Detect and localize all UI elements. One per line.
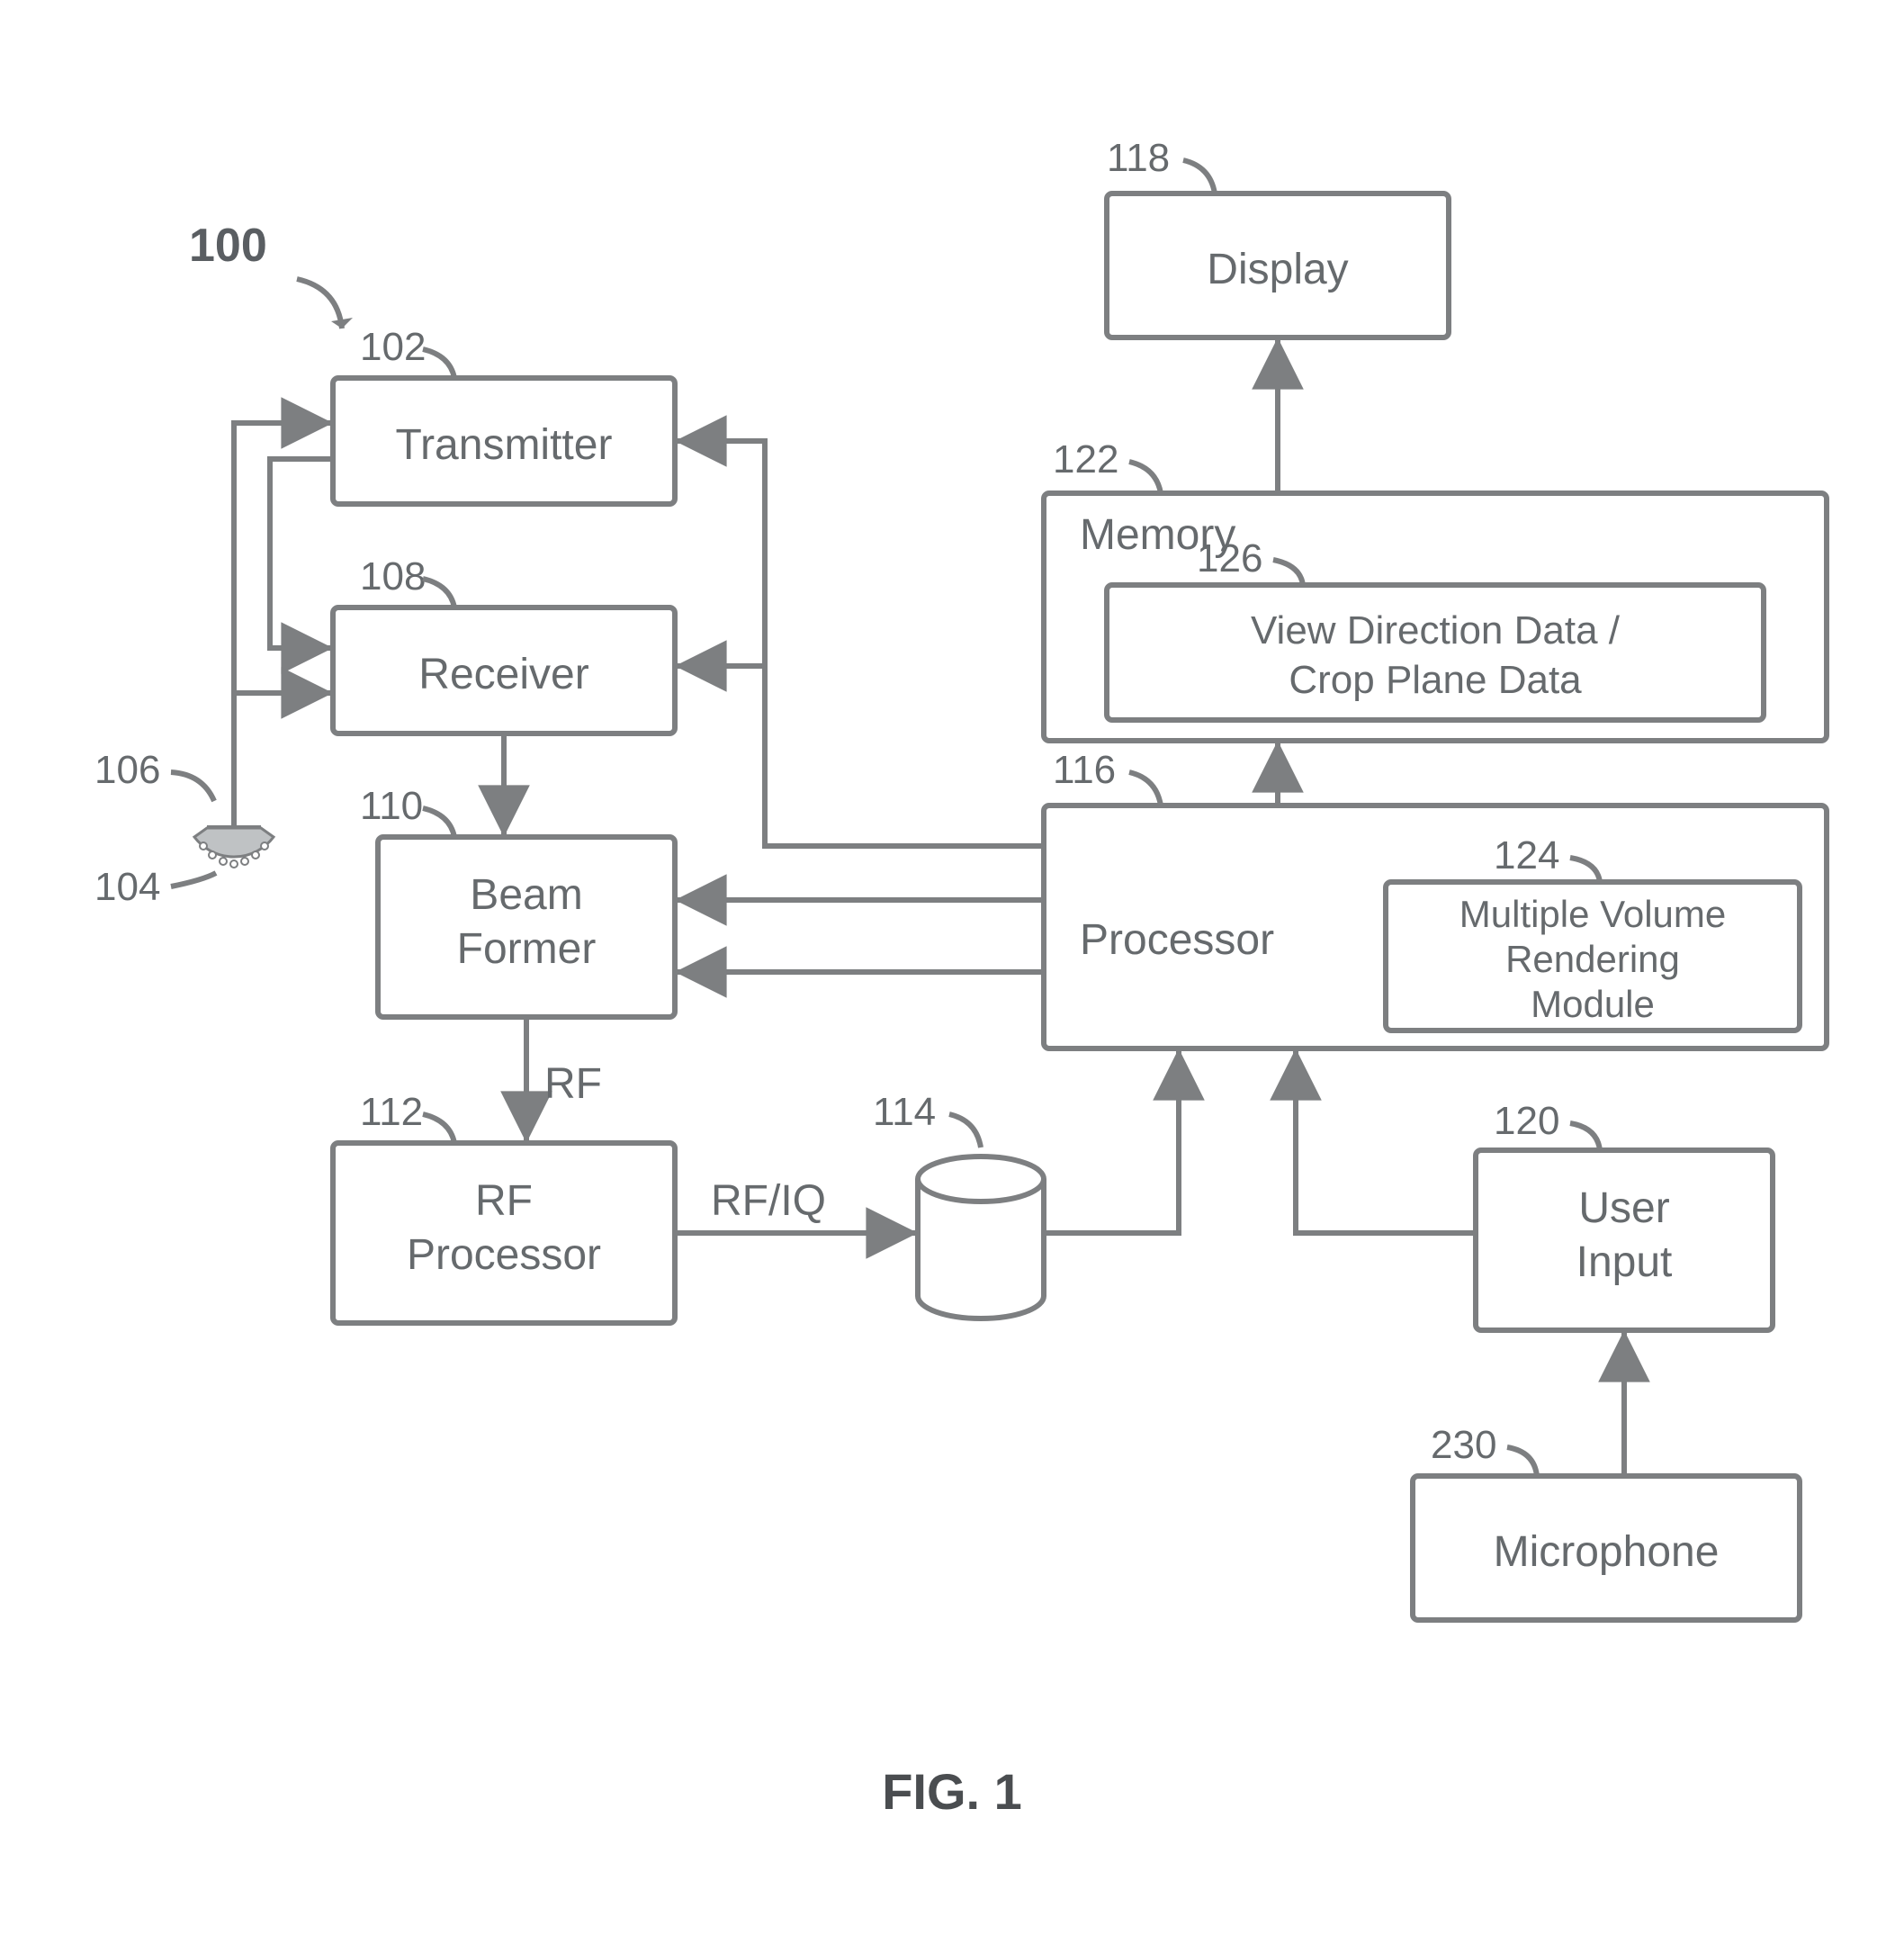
arrow-transmitter-to-receiver-bus xyxy=(270,459,333,648)
buffer-cylinder: 114 xyxy=(873,1090,1044,1318)
transmitter-block: 102 Transmitter xyxy=(333,325,675,504)
viewdata-label-2: Crop Plane Data xyxy=(1289,658,1582,702)
display-block: 118 Display xyxy=(1107,136,1449,338)
receiver-block: 108 Receiver xyxy=(333,554,675,734)
beamformer-block: 110 Beam Former xyxy=(360,784,675,1017)
memory-block: 122 Memory 126 View Direction Data / Cro… xyxy=(1044,437,1827,741)
display-label: Display xyxy=(1207,246,1348,293)
transmitter-ref: 102 xyxy=(360,325,426,369)
mvr-label-2: Rendering xyxy=(1505,938,1680,980)
beamformer-ref: 110 xyxy=(360,784,423,828)
system-ref-number: 100 xyxy=(189,220,267,272)
receiver-label: Receiver xyxy=(418,651,588,698)
mic-label: Microphone xyxy=(1494,1528,1720,1576)
rf-processor-block: 112 RF Processor xyxy=(333,1090,675,1323)
mvr-ref: 124 xyxy=(1494,833,1559,878)
memory-ref: 122 xyxy=(1053,437,1118,482)
arrow-userinput-to-processor xyxy=(1296,1048,1476,1233)
receiver-ref: 108 xyxy=(360,554,426,598)
rf-processor-ref: 112 xyxy=(360,1090,423,1134)
viewdata-ref: 126 xyxy=(1197,536,1262,580)
ui-label-1: User xyxy=(1578,1184,1669,1232)
mvr-label-1: Multiple Volume xyxy=(1459,893,1726,935)
probe-handle-ref: 106 xyxy=(94,748,160,792)
beamformer-label-1: Beam xyxy=(470,871,582,919)
transmitter-label: Transmitter xyxy=(396,421,613,469)
figure-caption: FIG. 1 xyxy=(882,1763,1022,1820)
viewdata-label-1: View Direction Data / xyxy=(1251,608,1621,652)
display-ref: 118 xyxy=(1107,136,1170,180)
ui-label-2: Input xyxy=(1576,1238,1673,1286)
arrow-processor-to-receiver xyxy=(675,666,1044,846)
arrow-buffer-to-processor xyxy=(1044,1048,1179,1233)
connections: RF RF/IQ xyxy=(234,338,1624,1476)
beamformer-label-2: Former xyxy=(457,925,597,973)
processor-block: 116 Processor 124 Multiple Volume Render… xyxy=(1044,748,1827,1048)
arrow-probe-to-transmitter xyxy=(234,423,333,752)
arrow-processor-to-transmitter xyxy=(675,441,765,666)
rf-processor-label-1: RF xyxy=(475,1177,533,1225)
block-diagram: 100 102 Transmitter 108 Receiver 110 Bea… xyxy=(0,0,1904,1935)
mic-ref: 230 xyxy=(1431,1423,1496,1467)
system-ref: 100 xyxy=(189,220,353,328)
rf-edge-label: RF xyxy=(544,1060,602,1108)
mvr-label-3: Module xyxy=(1531,983,1655,1025)
rfiq-edge-label: RF/IQ xyxy=(711,1177,826,1225)
rf-processor-label-2: Processor xyxy=(407,1231,601,1279)
user-input-block: 120 User Input xyxy=(1476,1099,1773,1330)
buffer-ref: 114 xyxy=(873,1090,936,1134)
microphone-block: 230 Microphone xyxy=(1413,1423,1800,1620)
probe-head-ref: 104 xyxy=(94,865,160,909)
ui-ref: 120 xyxy=(1494,1099,1559,1143)
ultrasound-probe: 106 104 xyxy=(94,748,274,909)
processor-label: Processor xyxy=(1080,916,1274,964)
processor-ref: 116 xyxy=(1053,748,1116,792)
